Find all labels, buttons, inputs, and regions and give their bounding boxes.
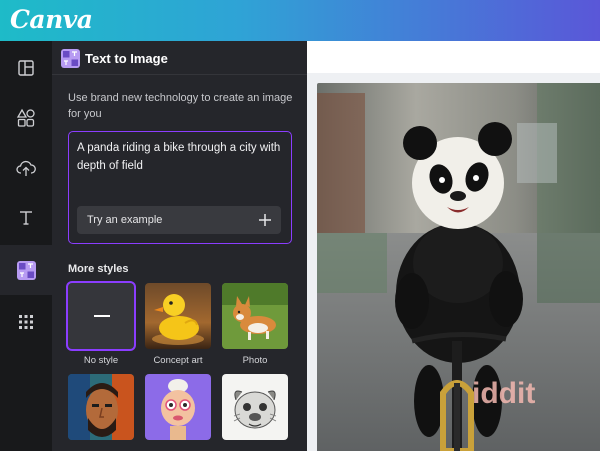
canvas-top-strip [307, 41, 600, 73]
style-tile-4[interactable] [68, 374, 134, 440]
rail-uploads-button[interactable] [0, 143, 52, 193]
try-example-button[interactable]: Try an example [77, 206, 281, 234]
rail-design-button[interactable] [0, 43, 52, 93]
clay-character-thumbnail [145, 374, 211, 440]
dash-icon [94, 315, 110, 317]
plus-icon [259, 214, 271, 226]
style-tile-6[interactable] [222, 374, 288, 440]
panel-header: Text to Image [52, 41, 307, 75]
panel-description: Use brand new technology to create an im… [68, 92, 293, 120]
text-icon [20, 211, 32, 225]
panel-title: Text to Image [85, 51, 168, 66]
rail-apps-button[interactable] [0, 297, 52, 347]
text-to-image-panel: Text to Image Use brand new technology t… [52, 41, 307, 451]
style-label-no-style: No style [83, 355, 119, 366]
elements-icon [16, 108, 35, 127]
watermark-text: iddit [472, 377, 535, 410]
duck-thumbnail [145, 283, 211, 349]
side-rail [0, 41, 52, 451]
portrait-art-thumbnail [68, 374, 134, 440]
upload-icon [16, 160, 36, 176]
style-tile-5[interactable] [145, 374, 211, 440]
editor-canvas-area: iddit [307, 41, 600, 451]
apps-grid-icon [19, 315, 33, 329]
rail-elements-button[interactable] [0, 93, 52, 143]
layout-icon [18, 60, 34, 76]
text-to-image-app-icon [61, 49, 80, 68]
corgi-thumbnail [222, 283, 288, 349]
top-header: Canva [0, 0, 600, 41]
canva-logo[interactable]: Canva [10, 5, 93, 34]
style-tile-photo[interactable] [222, 283, 288, 349]
rail-text-button[interactable] [0, 193, 52, 243]
style-tile-no-style[interactable] [68, 283, 134, 349]
panda-on-bike-image: iddit [317, 83, 600, 451]
prompt-textarea[interactable]: A panda riding a bike through a city wit… [68, 131, 292, 244]
rail-text-to-image-button[interactable] [0, 245, 52, 295]
try-example-label: Try an example [87, 214, 163, 226]
generated-image[interactable]: iddit [317, 83, 600, 451]
style-label-photo: Photo [242, 355, 268, 366]
style-label-concept-art: Concept art [153, 355, 203, 366]
prompt-text[interactable]: A panda riding a bike through a city wit… [77, 139, 287, 175]
text-to-image-app-icon [16, 260, 36, 280]
more-styles-heading: More styles [68, 263, 129, 275]
pug-sketch-thumbnail [222, 374, 288, 440]
style-tile-concept-art[interactable] [145, 283, 211, 349]
